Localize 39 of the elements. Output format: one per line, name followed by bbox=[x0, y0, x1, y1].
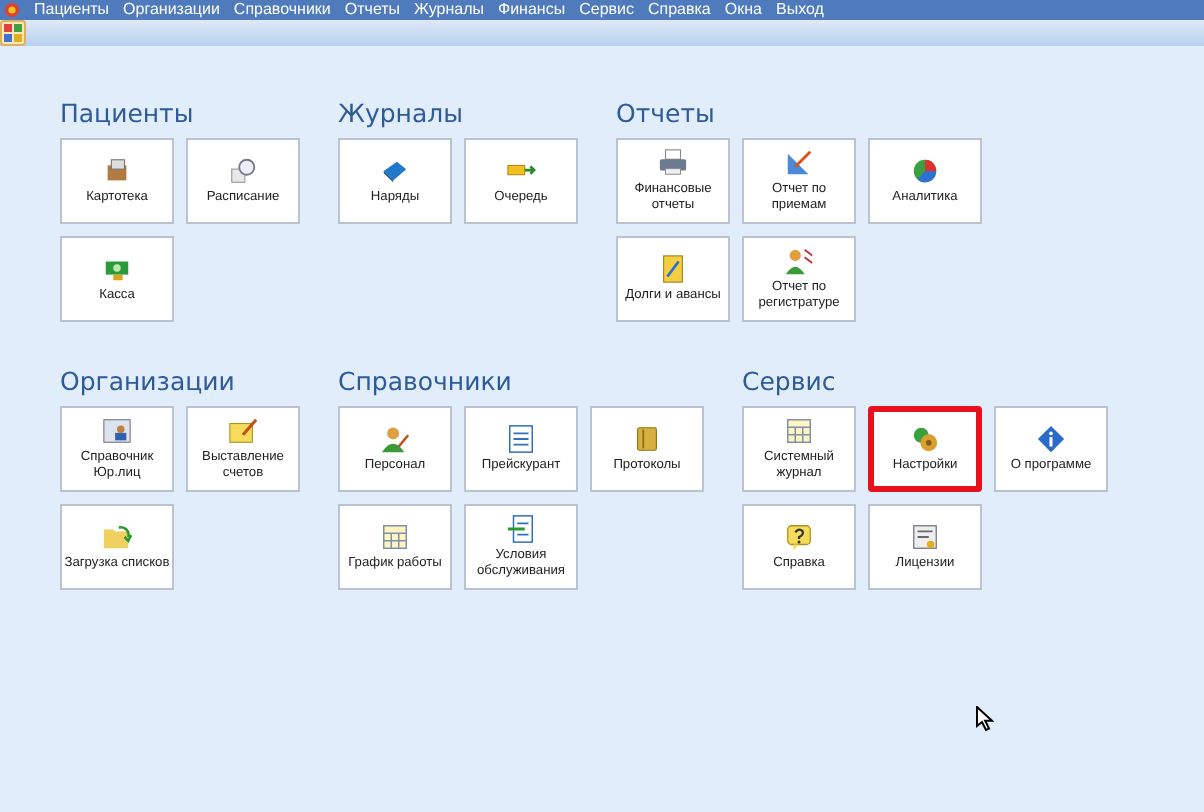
group-title: Сервис bbox=[742, 366, 838, 396]
menu-item[interactable]: Отчеты bbox=[344, 0, 401, 20]
group-title: Пациенты bbox=[60, 98, 196, 128]
id-card-icon bbox=[102, 416, 132, 446]
grid-button[interactable] bbox=[0, 20, 26, 46]
document-icon bbox=[658, 254, 688, 284]
table-icon bbox=[380, 522, 410, 552]
info-icon bbox=[1036, 424, 1066, 454]
gear-icon bbox=[910, 424, 940, 454]
group-title: Справочники bbox=[338, 366, 514, 396]
menu-item[interactable]: Сервис bbox=[579, 0, 634, 20]
group-title: Журналы bbox=[338, 98, 465, 128]
menu-item[interactable]: Окна bbox=[724, 0, 762, 20]
menu-item[interactable]: Справочники bbox=[233, 0, 331, 20]
app-icon bbox=[4, 2, 20, 18]
folder-icon bbox=[102, 522, 132, 552]
menu-item[interactable]: Журналы bbox=[414, 0, 484, 20]
group-title: Организации bbox=[60, 366, 237, 396]
menu-item[interactable]: Справка bbox=[648, 0, 711, 20]
note-pencil-icon bbox=[228, 416, 258, 446]
menu-item[interactable]: Финансы bbox=[498, 0, 566, 20]
menu-item[interactable]: Пациенты bbox=[34, 0, 110, 20]
book-icon bbox=[380, 156, 410, 186]
binder-icon bbox=[632, 424, 662, 454]
grid-icon bbox=[4, 24, 22, 42]
people-icon bbox=[784, 246, 814, 276]
person-icon bbox=[380, 424, 410, 454]
menu-item[interactable]: Выход bbox=[775, 0, 824, 20]
help-icon bbox=[784, 522, 814, 552]
group-title: Отчеты bbox=[616, 98, 717, 128]
printer-icon bbox=[658, 148, 688, 178]
pie-chart-icon bbox=[910, 156, 940, 186]
certificate-icon bbox=[910, 522, 940, 552]
menu-item[interactable]: Организации bbox=[123, 0, 220, 20]
triangle-ruler-icon bbox=[784, 148, 814, 178]
list-icon bbox=[506, 424, 536, 454]
mouse-cursor-icon bbox=[976, 706, 994, 732]
file-box-icon bbox=[102, 156, 132, 186]
table-icon bbox=[784, 416, 814, 446]
